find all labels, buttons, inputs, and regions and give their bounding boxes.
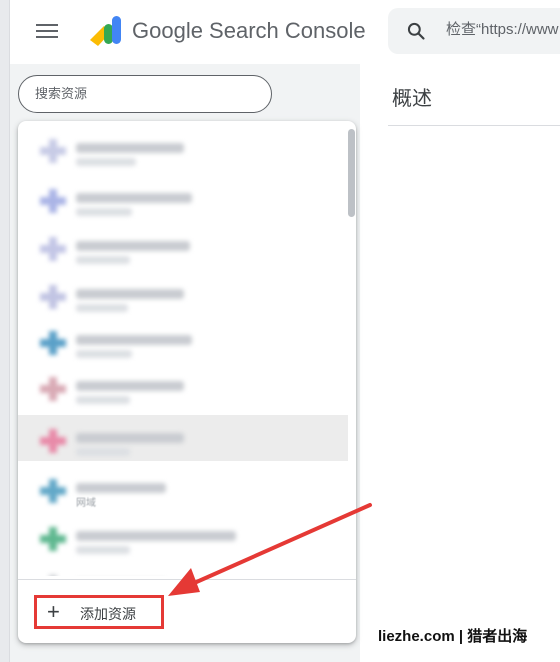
main-content: 概述 xyxy=(360,64,560,662)
property-url xyxy=(76,143,184,153)
footer-divider xyxy=(18,579,356,580)
property-type xyxy=(76,304,128,312)
property-url xyxy=(76,241,190,251)
favicon-icon xyxy=(40,139,66,163)
favicon-icon xyxy=(40,479,66,503)
property-item[interactable] xyxy=(18,271,348,317)
favicon-icon xyxy=(40,331,66,355)
property-item[interactable]: 网域 xyxy=(18,465,348,511)
property-item[interactable] xyxy=(18,175,348,221)
url-inspection-input[interactable] xyxy=(444,20,560,39)
property-list: 网域 xyxy=(18,121,348,576)
plus-icon: + xyxy=(47,599,60,624)
add-property-button[interactable]: + 添加资源 xyxy=(34,595,164,629)
favicon-icon xyxy=(40,189,66,213)
property-url xyxy=(76,335,192,345)
favicon-icon xyxy=(40,429,66,453)
scrollbar-thumb[interactable] xyxy=(348,129,355,217)
property-item[interactable] xyxy=(18,363,348,409)
property-item[interactable] xyxy=(18,561,348,576)
property-item[interactable] xyxy=(18,317,348,363)
property-type xyxy=(76,350,132,358)
favicon-icon xyxy=(40,575,66,576)
property-search[interactable] xyxy=(18,75,272,113)
search-icon xyxy=(407,22,425,40)
window-edge xyxy=(0,0,10,662)
property-item[interactable] xyxy=(18,125,348,171)
url-inspection-search[interactable] xyxy=(388,8,560,54)
property-type xyxy=(76,256,130,264)
favicon-icon xyxy=(40,527,66,551)
favicon-icon xyxy=(40,377,66,401)
property-search-input[interactable] xyxy=(33,85,257,102)
property-url xyxy=(76,193,192,203)
product-name: Google Search Console xyxy=(132,18,366,43)
property-url xyxy=(76,381,184,391)
search-console-logo xyxy=(90,16,121,46)
add-property-label: 添加资源 xyxy=(80,606,136,622)
property-url xyxy=(76,433,184,443)
property-type xyxy=(76,158,136,166)
property-type xyxy=(76,208,132,216)
property-type xyxy=(76,396,130,404)
watermark-text: liezhe.com | 猎者出海 xyxy=(378,628,528,645)
title-divider xyxy=(388,125,560,126)
property-item-selected[interactable] xyxy=(18,415,348,461)
property-type: 网域 xyxy=(76,498,96,509)
property-type xyxy=(76,546,130,554)
watermark: liezhe.com | 猎者出海 xyxy=(372,620,550,648)
favicon-icon xyxy=(40,237,66,261)
property-url xyxy=(76,531,236,541)
property-type xyxy=(76,448,130,456)
property-dropdown: 网域 + 添加资源 xyxy=(18,121,356,643)
favicon-icon xyxy=(40,285,66,309)
hamburger-icon[interactable] xyxy=(36,20,58,42)
property-item[interactable] xyxy=(18,223,348,269)
property-url xyxy=(76,483,166,493)
property-url xyxy=(76,289,184,299)
property-item[interactable] xyxy=(18,513,348,559)
page-title: 概述 xyxy=(392,88,432,110)
